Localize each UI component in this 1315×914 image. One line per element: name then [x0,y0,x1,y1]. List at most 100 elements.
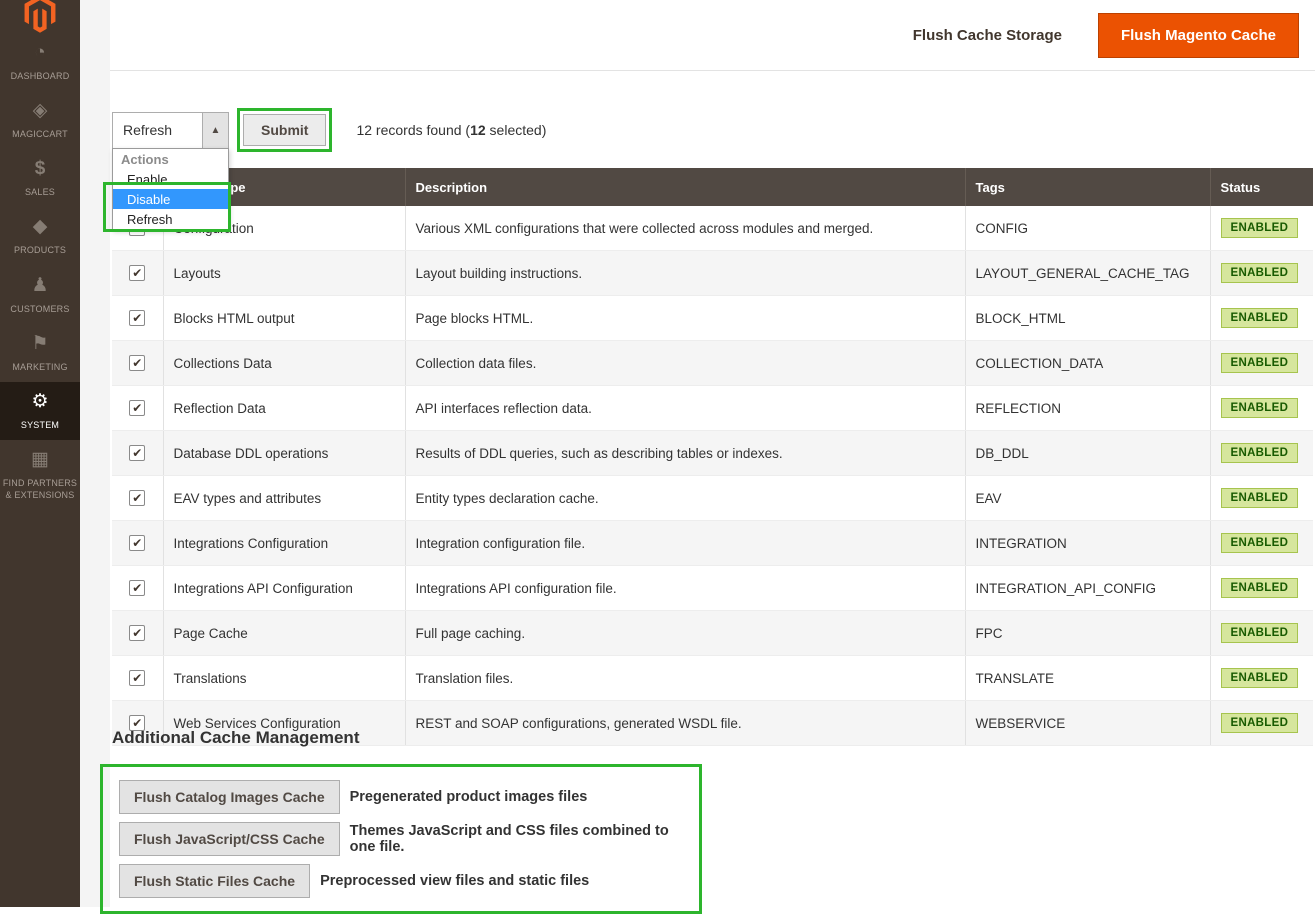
customers-icon: ♟ [31,276,48,298]
cache-type-cell: Integrations API Configuration [163,566,405,611]
sidebar-item-sales[interactable]: $ SALES [0,149,80,207]
sidebar-item-magiccart[interactable]: ◈ MAGICCART [0,91,80,149]
flush-magento-cache-button[interactable]: Flush Magento Cache [1098,13,1299,58]
row-checkbox[interactable]: ✔ [129,535,145,551]
description-cell: Translation files. [405,656,965,701]
cache-type-cell: EAV types and attributes [163,476,405,521]
mass-action-dropdown: Actions Enable Disable Refresh [112,148,229,230]
sidebar-item-customers[interactable]: ♟ CUSTOMERS [0,266,80,324]
sidebar-item-label: PRODUCTS [14,244,66,256]
tags-cell: CONFIG [965,206,1210,251]
column-header-status: Status [1210,168,1313,206]
sidebar-item-label: CUSTOMERS [10,303,69,315]
tags-cell: LAYOUT_GENERAL_CACHE_TAG [965,251,1210,296]
tags-cell: INTEGRATION_API_CONFIG [965,566,1210,611]
table-row: ✔ Database DDL operations Results of DDL… [112,431,1313,476]
table-row: ✔ EAV types and attributes Entity types … [112,476,1313,521]
description-cell: Integration configuration file. [405,521,965,566]
tags-cell: REFLECTION [965,386,1210,431]
flush-static-files-row: Flush Static Files Cache Preprocessed vi… [119,864,683,898]
dropdown-option-refresh[interactable]: Refresh [113,209,228,229]
sidebar-item-marketing[interactable]: ⚑ MARKETING [0,324,80,382]
description-cell: Layout building instructions. [405,251,965,296]
table-row: ✔ Page Cache Full page caching. FPC ENAB… [112,611,1313,656]
row-checkbox[interactable]: ✔ [129,670,145,686]
dropdown-option-disable[interactable]: Disable [113,189,228,209]
dropdown-group-label: Actions [113,149,228,169]
tags-cell: INTEGRATION [965,521,1210,566]
selected-label: selected) [486,122,547,138]
mass-action-select[interactable]: Refresh ▲ [112,112,229,149]
sidebar-item-label: MARKETING [12,361,67,373]
cache-table: ✔ Cache Type Description Tags Status ✔ C… [112,168,1313,746]
sidebar-item-system[interactable]: ⚙ SYSTEM [0,382,80,440]
row-checkbox[interactable]: ✔ [129,580,145,596]
flush-javascript-css-cache-button[interactable]: Flush JavaScript/CSS Cache [119,822,340,856]
row-checkbox[interactable]: ✔ [129,310,145,326]
page-actions-bar: Flush Cache Storage Flush Magento Cache [110,0,1315,71]
records-count: 12 [356,122,372,138]
cache-table-body: ✔ Configuration Various XML configuratio… [112,206,1313,746]
row-checkbox[interactable]: ✔ [129,490,145,506]
status-badge: ENABLED [1221,218,1299,238]
status-badge: ENABLED [1221,488,1299,508]
description-cell: Various XML configurations that were col… [405,206,965,251]
flush-js-css-row: Flush JavaScript/CSS Cache Themes JavaSc… [119,822,683,856]
sidebar-item-dashboard[interactable]: ◔ DASHBOARD [0,33,80,91]
description-cell: REST and SOAP configurations, generated … [405,701,965,746]
table-row: ✔ Layouts Layout building instructions. … [112,251,1313,296]
flush-catalog-images-row: Flush Catalog Images Cache Pregenerated … [119,780,683,814]
cache-type-cell: Layouts [163,251,405,296]
table-row: ✔ Integrations API Configuration Integra… [112,566,1313,611]
table-row: ✔ Reflection Data API interfaces reflect… [112,386,1313,431]
table-row: ✔ Blocks HTML output Page blocks HTML. B… [112,296,1313,341]
dropdown-option-enable[interactable]: Enable [113,169,228,189]
row-checkbox[interactable]: ✔ [129,355,145,371]
sidebar-item-products[interactable]: ◆ PRODUCTS [0,207,80,265]
table-header-row: ✔ Cache Type Description Tags Status [112,168,1313,206]
status-badge: ENABLED [1221,578,1299,598]
flush-cache-storage-button[interactable]: Flush Cache Storage [907,26,1068,45]
row-checkbox[interactable]: ✔ [129,400,145,416]
description-cell: Full page caching. [405,611,965,656]
magiccart-icon: ◈ [33,101,48,123]
description-cell: Results of DDL queries, such as describi… [405,431,965,476]
tags-cell: WEBSERVICE [965,701,1210,746]
magento-logo[interactable] [24,0,56,33]
flush-static-files-description: Preprocessed view files and static files [320,873,589,889]
table-row: ✔ Integrations Configuration Integration… [112,521,1313,566]
cache-type-cell: Integrations Configuration [163,521,405,566]
flush-static-files-cache-button[interactable]: Flush Static Files Cache [119,864,310,898]
mass-action-selected-value: Refresh [113,113,202,148]
cache-type-cell: Page Cache [163,611,405,656]
status-badge: ENABLED [1221,353,1299,373]
status-badge: ENABLED [1221,263,1299,283]
row-checkbox[interactable]: ✔ [129,625,145,641]
records-found-text: 12 records found (12 selected) [356,122,546,138]
table-row: ✔ Collections Data Collection data files… [112,341,1313,386]
status-badge: ENABLED [1221,533,1299,553]
description-cell: Page blocks HTML. [405,296,965,341]
cache-type-cell: Blocks HTML output [163,296,405,341]
cache-type-cell: Collections Data [163,341,405,386]
additional-cache-annotation-box: Flush Catalog Images Cache Pregenerated … [100,764,702,914]
tags-cell: DB_DDL [965,431,1210,476]
row-checkbox[interactable]: ✔ [129,265,145,281]
description-cell: Entity types declaration cache. [405,476,965,521]
submit-button[interactable]: Submit [243,114,326,146]
grid-toolbar: Refresh ▲ Submit 12 records found (12 se… [112,108,546,152]
status-badge: ENABLED [1221,668,1299,688]
tags-cell: EAV [965,476,1210,521]
sidebar-item-label: FIND PARTNERS & EXTENSIONS [2,477,78,501]
admin-sidebar: ◔ DASHBOARD ◈ MAGICCART $ SALES ◆ PRODUC… [0,0,80,907]
select-arrow-icon[interactable]: ▲ [202,113,228,148]
sales-icon: $ [35,159,46,181]
sidebar-item-find-partners-extensions[interactable]: ▦ FIND PARTNERS & EXTENSIONS [0,440,80,510]
status-badge: ENABLED [1221,308,1299,328]
row-checkbox[interactable]: ✔ [129,445,145,461]
description-cell: API interfaces reflection data. [405,386,965,431]
products-icon: ◆ [33,217,48,239]
flush-catalog-images-cache-button[interactable]: Flush Catalog Images Cache [119,780,340,814]
system-gear-icon: ⚙ [31,392,48,414]
sidebar-item-label: DASHBOARD [11,70,70,82]
